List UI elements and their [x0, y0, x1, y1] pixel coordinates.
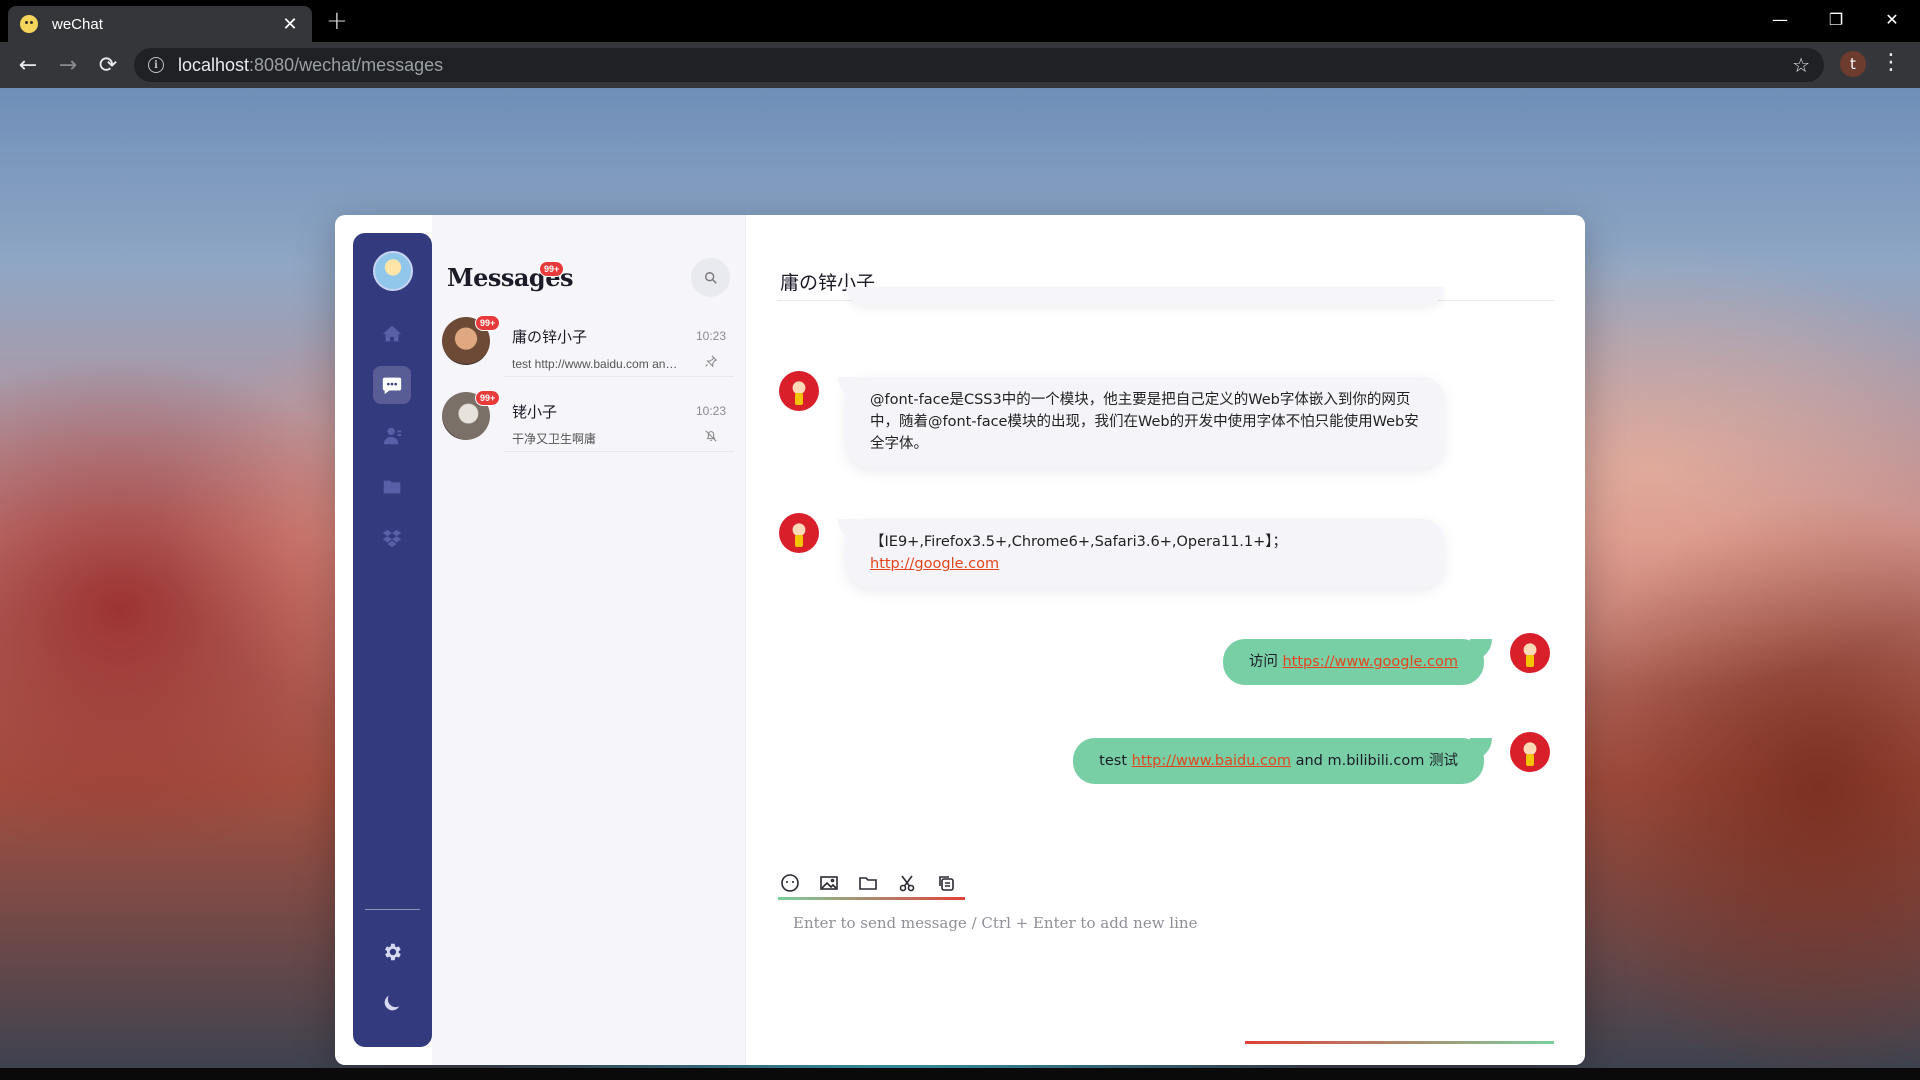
search-icon	[704, 271, 717, 284]
forward-button[interactable]: →	[48, 47, 88, 83]
nav-files[interactable]	[373, 468, 411, 506]
restore-button[interactable]: ❐	[1808, 0, 1864, 38]
toolbar-underline	[778, 897, 965, 900]
tab-title: weChat	[52, 15, 103, 33]
search-button[interactable]	[691, 258, 730, 297]
rail-divider	[365, 909, 420, 910]
nav-rail	[353, 233, 432, 1047]
contacts-icon	[383, 427, 402, 445]
nav-apps[interactable]	[373, 519, 411, 557]
back-button[interactable]: ←	[8, 47, 48, 83]
gear-icon	[385, 943, 401, 961]
conversation-name: 庸の锌小子	[512, 328, 588, 346]
home-icon	[382, 325, 402, 342]
unread-badge: 99+	[539, 261, 565, 277]
url-host: localhost	[178, 54, 250, 75]
browser-tabbar: weChat ✕ + — ❐ ✕	[0, 0, 1920, 42]
message-input[interactable]: Enter to send message / Ctrl + Enter to …	[793, 914, 1197, 932]
nav-messages[interactable]	[373, 366, 411, 404]
mute-icon[interactable]	[704, 428, 718, 447]
my-message-avatar[interactable]	[1510, 633, 1550, 673]
wechat-favicon-icon	[20, 15, 38, 33]
sender-avatar[interactable]	[779, 371, 819, 411]
message-link[interactable]: https://www.google.com	[1282, 654, 1458, 670]
conversation-badge: 99+	[475, 315, 501, 331]
folder-share-icon	[383, 480, 401, 494]
browser-menu-icon[interactable]: ⋮	[1880, 50, 1902, 75]
outgoing-message: 访问 https://www.google.com	[1222, 639, 1493, 685]
scissors-icon	[899, 875, 914, 891]
image-button[interactable]	[817, 871, 840, 894]
composer-focus-line	[1245, 1041, 1554, 1044]
browser-toolbar: ← → ⟳ i localhost:8080/wechat/messages ☆…	[0, 42, 1920, 88]
my-avatar[interactable]	[373, 251, 413, 291]
minimize-button[interactable]: —	[1752, 0, 1808, 38]
address-bar[interactable]: i localhost:8080/wechat/messages ☆	[134, 48, 1824, 82]
conversation-time: 10:23	[696, 329, 727, 343]
reload-button[interactable]: ⟳	[88, 47, 128, 83]
copy-button[interactable]	[934, 871, 957, 894]
tab-close-icon[interactable]: ✕	[280, 14, 300, 35]
conversation-list: Messages 99+ 99+ 庸の锌小子 10:23 test http:/…	[432, 215, 746, 1065]
file-button[interactable]	[856, 871, 879, 894]
bookmark-star-icon[interactable]: ☆	[1792, 53, 1810, 77]
conversation-divider	[504, 451, 734, 452]
emoji-icon	[780, 873, 799, 892]
moon-icon	[384, 995, 400, 1011]
message-text: 【IE9+,Firefox3.5+,Chrome6+,Safari3.6+,Op…	[870, 534, 1288, 550]
message-text: test	[1099, 753, 1132, 769]
nav-contacts[interactable]	[373, 417, 411, 455]
outgoing-message: test http://www.baidu.com and m.bilibili…	[1073, 738, 1492, 784]
incoming-message: @font-face是CSS3中的一个模块，他主要是把自己定义的Web字体嵌入到…	[838, 377, 1444, 467]
nav-theme-toggle[interactable]	[373, 984, 411, 1022]
close-window-button[interactable]: ✕	[1864, 0, 1920, 38]
chat-app-window: Messages 99+ 99+ 庸の锌小子 10:23 test http:/…	[335, 215, 1585, 1065]
conversation-time: 10:23	[696, 404, 727, 418]
message-text: 访问	[1248, 654, 1283, 670]
folder-icon	[858, 876, 877, 890]
my-message-avatar[interactable]	[1510, 732, 1550, 772]
url-path: :8080/wechat/messages	[249, 54, 444, 75]
screenshot-button[interactable]	[895, 871, 918, 894]
conversation-badge: 99+	[475, 390, 501, 406]
conversation-divider	[504, 376, 734, 377]
message-link[interactable]: http://www.baidu.com	[1132, 753, 1291, 769]
image-icon	[819, 875, 838, 890]
incoming-message: 【IE9+,Firefox3.5+,Chrome6+,Safari3.6+,Op…	[838, 519, 1444, 587]
browser-tab[interactable]: weChat ✕	[8, 6, 312, 42]
page-background: Messages 99+ 99+ 庸の锌小子 10:23 test http:/…	[0, 88, 1920, 1080]
conversation-name: 铑小子	[512, 403, 558, 421]
conversation-item[interactable]: 99+ 铑小子 10:23 干净又卫生啊庸	[442, 380, 734, 452]
conversation-item[interactable]: 99+ 庸の锌小子 10:23 test http://www.baidu.co…	[442, 305, 734, 377]
conversation-preview: test http://www.baidu.com and m.bilibili…	[512, 357, 682, 371]
composer-toolbar	[778, 871, 957, 895]
url-text[interactable]: localhost:8080/wechat/messages	[178, 55, 1792, 76]
nav-home[interactable]	[373, 315, 411, 353]
new-tab-button[interactable]: +	[326, 6, 348, 36]
copy-icon	[938, 875, 954, 891]
chat-icon	[382, 377, 402, 395]
site-info-icon[interactable]: i	[148, 57, 164, 73]
message-text: and m.bilibili.com 测试	[1291, 753, 1458, 769]
previous-message-bubble	[846, 287, 1444, 305]
window-controls: — ❐ ✕	[1752, 0, 1920, 38]
conversation-preview: 干净又卫生啊庸	[512, 432, 597, 446]
dropbox-icon	[382, 529, 402, 548]
nav-settings[interactable]	[373, 933, 411, 971]
pin-icon[interactable]	[704, 353, 718, 372]
message-link[interactable]: http://google.com	[870, 556, 999, 572]
emoji-button[interactable]	[778, 871, 801, 894]
sender-avatar[interactable]	[779, 513, 819, 553]
profile-avatar[interactable]: t	[1840, 51, 1866, 77]
message-text: @font-face是CSS3中的一个模块，他主要是把自己定义的Web字体嵌入到…	[870, 392, 1419, 452]
